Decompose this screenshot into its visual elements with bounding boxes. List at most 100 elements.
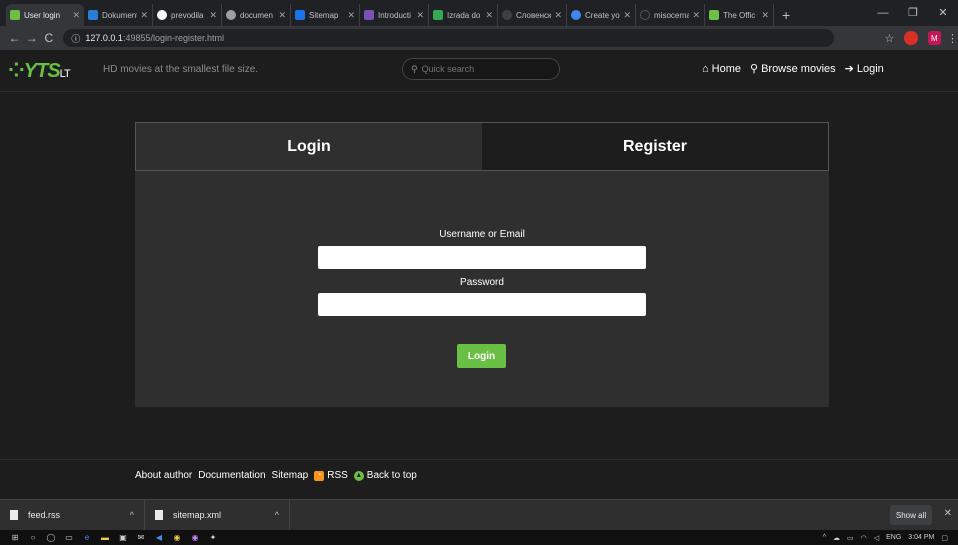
clock[interactable]: 3:04 PM — [908, 534, 934, 541]
file-icon — [10, 510, 18, 520]
volume-icon[interactable]: ◁ — [874, 534, 879, 542]
auth-panel: Login Register Username or Email Passwor… — [135, 122, 829, 407]
mail-icon[interactable]: ✉ — [132, 533, 150, 542]
browser-tab-izrada[interactable]: Izrada do ✕ — [429, 4, 498, 26]
tab-title: User login — [24, 10, 61, 20]
site-logo[interactable]: ⁘YTSLT — [8, 58, 71, 83]
browser-tab-documen[interactable]: documen ✕ — [222, 4, 291, 26]
footer-about-link[interactable]: About author — [135, 470, 192, 481]
window-controls: — ❐ ✕ — [868, 0, 958, 26]
close-tab-icon[interactable]: ✕ — [140, 10, 148, 21]
tab-register[interactable]: Register — [482, 123, 828, 170]
auth-tabs: Login Register — [135, 122, 829, 171]
minimize-icon[interactable]: — — [868, 0, 898, 26]
footer-sitemap-link[interactable]: Sitemap — [272, 470, 309, 481]
username-input[interactable] — [318, 246, 646, 269]
green-icon — [433, 10, 443, 20]
browser-tab-introducti[interactable]: Introducti ✕ — [360, 4, 429, 26]
nav-home-link[interactable]: ⌂ Home — [702, 62, 741, 75]
download-item[interactable]: sitemap.xml ^ — [145, 499, 290, 531]
browser-tab-the-offic[interactable]: The Offic ✕ — [705, 4, 774, 26]
extension-icon[interactable] — [904, 31, 918, 45]
file-explorer-icon[interactable]: ▬ — [96, 533, 114, 542]
browser-tab-create[interactable]: Create yo ✕ — [567, 4, 636, 26]
close-tab-icon[interactable]: ✕ — [72, 10, 80, 21]
quick-search-input[interactable] — [421, 64, 552, 74]
show-all-downloads-button[interactable]: Show all — [890, 505, 932, 525]
browser-tab-slovensk[interactable]: Словенск ✕ — [498, 4, 567, 26]
app-icon[interactable]: ◉ — [186, 533, 204, 542]
browser-tab-misocerna[interactable]: misocerna ✕ — [636, 4, 705, 26]
app-icon[interactable]: ✦ — [204, 533, 222, 542]
close-tab-icon[interactable]: ✕ — [761, 10, 769, 21]
chrome-icon[interactable]: ◉ — [168, 533, 186, 542]
vscode-icon[interactable]: ◀ — [150, 533, 168, 542]
close-tab-icon[interactable]: ✕ — [485, 10, 493, 21]
arrow-up-icon: ▲ — [353, 470, 364, 481]
language-indicator[interactable]: ENG — [886, 534, 901, 541]
close-tab-icon[interactable]: ✕ — [416, 10, 424, 21]
back-icon[interactable]: ← — [6, 31, 23, 45]
github-icon — [640, 10, 650, 20]
profile-avatar[interactable]: M — [927, 31, 942, 45]
reload-icon[interactable]: C — [40, 31, 57, 45]
forward-icon[interactable]: → — [23, 31, 40, 45]
cortana-icon[interactable]: ◯ — [42, 533, 60, 542]
system-tray: ^ ☁ ▭ ◠ ◁ ENG 3:04 PM ▢ — [816, 530, 948, 545]
menu-icon[interactable]: ⋮ — [947, 32, 958, 45]
rss-icon: ◔ — [314, 470, 325, 481]
browser-tab-sitemap[interactable]: Sitemap ✕ — [291, 4, 360, 26]
tab-title: misocerna — [654, 10, 690, 20]
nav-home-label: Home — [711, 62, 741, 75]
chevron-up-icon[interactable]: ^ — [275, 510, 279, 520]
new-tab-button[interactable]: + — [774, 4, 798, 26]
browser-tab-dokument[interactable]: Dokument ✕ — [84, 4, 153, 26]
close-window-icon[interactable]: ✕ — [928, 0, 958, 26]
search-icon[interactable]: ○ — [24, 533, 42, 542]
footer-links: About author Documentation Sitemap ◔ RSS … — [135, 470, 423, 481]
footer-rss-link[interactable]: ◔ RSS — [314, 470, 348, 481]
edge-icon[interactable]: e — [78, 533, 96, 542]
maximize-icon[interactable]: ❐ — [898, 0, 928, 26]
chevron-up-icon[interactable]: ^ — [823, 534, 826, 541]
nav-browse-link[interactable]: ⚲ Browse movies — [750, 62, 836, 76]
windows-start-icon[interactable]: ⊞ — [6, 533, 24, 542]
file-icon — [155, 510, 163, 520]
site-footer: About author Documentation Sitemap ◔ RSS … — [0, 459, 958, 499]
login-submit-button[interactable]: Login — [457, 344, 506, 368]
url-field[interactable]: ⓘ 127.0.0.1:49855/login-register.html — [63, 29, 835, 47]
search-icon: ⚲ — [411, 63, 418, 74]
close-tab-icon[interactable]: ✕ — [554, 10, 562, 21]
notifications-icon[interactable]: ▢ — [941, 534, 948, 542]
download-item[interactable]: feed.rss ^ — [0, 499, 145, 531]
password-input[interactable] — [318, 293, 646, 316]
footer-docs-link[interactable]: Documentation — [198, 470, 265, 481]
quick-search-box[interactable]: ⚲ — [402, 58, 560, 80]
task-view-icon[interactable]: ▭ — [60, 533, 78, 542]
url-host: 127.0.0.1 — [85, 33, 123, 43]
nav-login-link[interactable]: ➔ Login — [844, 62, 884, 76]
sign-in-icon: ➔ — [844, 63, 854, 75]
globe-icon — [226, 10, 236, 20]
browser-tab-prevodila[interactable]: prevodila ✕ — [153, 4, 222, 26]
footer-back-to-top-link[interactable]: ▲ Back to top — [353, 470, 417, 481]
wifi-icon[interactable]: ◠ — [861, 534, 867, 542]
close-download-shelf-icon[interactable]: ✕ — [944, 508, 952, 519]
close-tab-icon[interactable]: ✕ — [209, 10, 217, 21]
browser-tab-user-login[interactable]: User login ✕ — [6, 4, 84, 26]
chevron-up-icon[interactable]: ^ — [130, 510, 134, 520]
dark-icon — [502, 10, 512, 20]
info-icon[interactable]: ⓘ — [71, 32, 80, 45]
tab-login[interactable]: Login — [136, 123, 482, 170]
close-tab-icon[interactable]: ✕ — [692, 10, 700, 21]
browser-tab-strip: User login ✕ Dokument ✕ prevodila ✕ docu… — [0, 0, 958, 26]
onedrive-icon[interactable]: ☁ — [833, 534, 840, 542]
site-tagline: HD movies at the smallest file size. — [103, 64, 259, 75]
store-icon[interactable]: ▣ — [114, 533, 132, 542]
battery-icon[interactable]: ▭ — [847, 534, 854, 542]
close-tab-icon[interactable]: ✕ — [347, 10, 355, 21]
close-tab-icon[interactable]: ✕ — [278, 10, 286, 21]
close-tab-icon[interactable]: ✕ — [623, 10, 631, 21]
bookmark-star-icon[interactable]: ☆ — [884, 32, 894, 45]
tab-title: prevodila — [171, 10, 204, 20]
